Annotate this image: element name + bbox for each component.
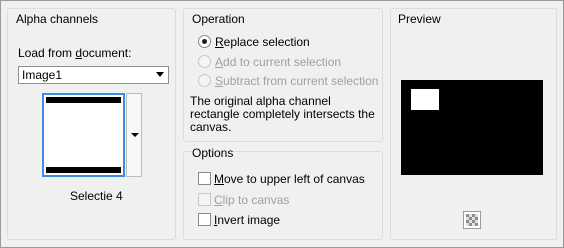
subtract-from-selection-label[interactable]: Subtract from current selection: [215, 74, 378, 88]
preview-canvas: [401, 80, 543, 175]
thumbnail-bottom-band: [46, 167, 121, 173]
move-to-upper-left-label[interactable]: Move to upper left of canvas: [214, 172, 365, 186]
checkerboard-icon[interactable]: [463, 211, 481, 229]
message-line-3: canvas.: [190, 120, 232, 134]
clip-to-canvas-label[interactable]: Clip to canvas: [214, 193, 289, 207]
channel-name-label: Selectie 4: [70, 189, 123, 203]
preview-selection-rect: [411, 89, 439, 110]
chevron-down-icon: [131, 133, 139, 137]
clip-to-canvas-checkbox[interactable]: [198, 193, 211, 206]
operation-title: Operation: [192, 12, 245, 26]
load-from-document-label: Load from document:: [18, 46, 132, 60]
message-line-2: rectangle completely intersects the: [190, 107, 375, 121]
invert-image-label[interactable]: Invert image: [214, 213, 280, 227]
document-select[interactable]: Image1: [18, 66, 169, 84]
add-to-selection-label[interactable]: Add to current selection: [215, 55, 341, 69]
alpha-channels-title: Alpha channels: [16, 12, 99, 26]
replace-selection-radio[interactable]: [198, 35, 211, 48]
document-select-value: Image1: [22, 68, 63, 82]
channel-dropdown-button[interactable]: [126, 93, 142, 177]
thumbnail-top-band: [46, 97, 121, 103]
message-line-1: The original alpha channel: [190, 94, 331, 108]
invert-image-checkbox[interactable]: [198, 213, 211, 226]
options-title: Options: [192, 146, 234, 160]
channel-thumbnail[interactable]: [42, 93, 125, 177]
subtract-from-selection-radio[interactable]: [198, 74, 211, 87]
preview-title: Preview: [398, 12, 441, 26]
radio-dot-icon: [202, 39, 207, 44]
replace-selection-label[interactable]: Replace selection: [215, 35, 310, 49]
add-to-selection-radio[interactable]: [198, 55, 211, 68]
move-to-upper-left-checkbox[interactable]: [198, 172, 211, 185]
chevron-down-icon: [156, 72, 164, 77]
